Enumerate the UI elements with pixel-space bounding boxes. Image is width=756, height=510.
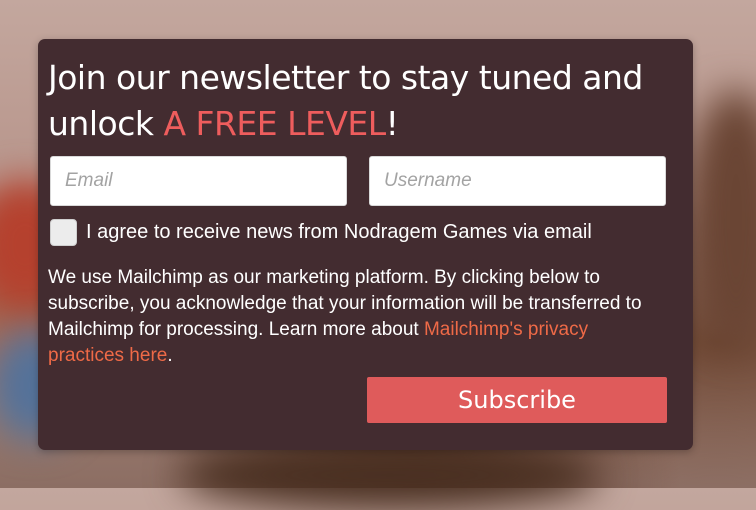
background-blur-shape (180, 440, 600, 510)
email-field[interactable] (50, 156, 347, 206)
newsletter-panel: Join our newsletter to stay tuned and un… (38, 39, 693, 450)
username-field[interactable] (369, 156, 666, 206)
consent-checkbox[interactable] (50, 219, 77, 246)
headline-exclamation: ! (385, 104, 399, 143)
consent-row[interactable]: I agree to receive news from Nodragem Ga… (50, 219, 592, 246)
privacy-notice: We use Mailchimp as our marketing platfo… (48, 265, 663, 369)
newsletter-headline: Join our newsletter to stay tuned and un… (48, 55, 688, 147)
consent-label[interactable]: I agree to receive news from Nodragem Ga… (86, 221, 592, 244)
free-level-highlight: A FREE LEVEL (163, 104, 386, 143)
notice-period: . (167, 345, 173, 366)
subscribe-button[interactable]: Subscribe (367, 377, 667, 423)
background-blur-shape (686, 90, 756, 350)
